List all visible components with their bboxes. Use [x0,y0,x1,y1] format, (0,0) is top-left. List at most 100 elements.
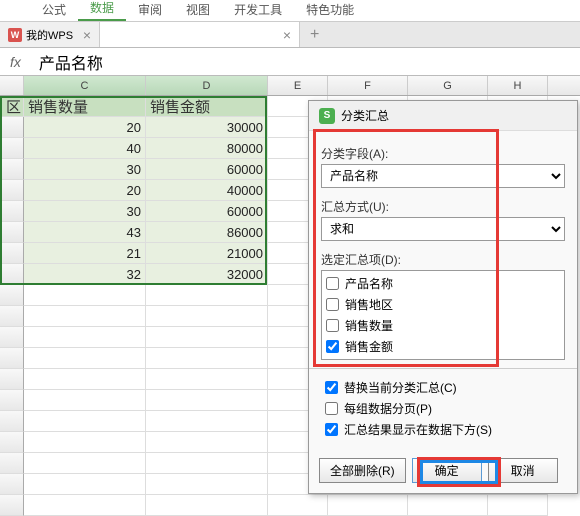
col-header-d[interactable]: D [146,76,268,95]
cell[interactable]: 30 [24,159,146,180]
delete-all-button[interactable]: 全部删除(R) [319,458,406,483]
ribbon-tab-view[interactable]: 视图 [174,0,222,21]
checklist-item[interactable]: 销售地区 [322,294,564,315]
cell[interactable]: 86000 [146,222,268,243]
wps-logo-icon: W [8,28,22,42]
cell[interactable] [146,432,268,453]
ribbon-tab-data[interactable]: 数据 [78,0,126,21]
close-icon[interactable]: × [283,27,291,43]
col-header-g[interactable]: G [408,76,488,95]
checkbox[interactable] [326,298,339,311]
group-field-label: 分类字段(A): [321,145,565,162]
selected-items-list: 产品名称销售地区销售数量销售金额 [321,270,565,360]
ribbon-tab-special[interactable]: 特色功能 [294,0,366,21]
cell[interactable]: 30000 [146,117,268,138]
option-label: 每组数据分页(P) [344,400,432,417]
cell[interactable]: 40000 [146,180,268,201]
cell[interactable] [24,285,146,306]
cell[interactable] [24,432,146,453]
checkbox[interactable] [325,381,338,394]
cell[interactable] [146,390,268,411]
cell[interactable] [24,348,146,369]
cell[interactable] [24,369,146,390]
cell[interactable]: 32000 [146,264,268,285]
cell[interactable] [146,306,268,327]
checklist-label: 销售金额 [345,338,393,355]
checkbox[interactable] [326,277,339,290]
header-cell[interactable]: 销售数量 [24,96,146,117]
cell[interactable] [146,327,268,348]
cell[interactable]: 20 [24,117,146,138]
ribbon-tab-dev[interactable]: 开发工具 [222,0,294,21]
cell[interactable]: 21 [24,243,146,264]
selected-items-label: 选定汇总项(D): [321,251,565,268]
ribbon-tab-formula[interactable]: 公式 [30,0,78,21]
option-item[interactable]: 汇总结果显示在数据下方(S) [321,419,565,440]
header-cell[interactable]: 销售金额 [146,96,268,117]
dialog-icon: S [319,108,335,124]
cell[interactable] [146,474,268,495]
doc-tab-label: 我的WPS [26,27,73,43]
cell[interactable]: 20 [24,180,146,201]
fx-icon[interactable]: fx [0,54,31,70]
close-icon[interactable]: × [83,27,91,43]
formula-input[interactable] [31,49,580,75]
cell[interactable]: 40 [24,138,146,159]
doc-tab-current[interactable]: × [100,22,300,47]
cell[interactable] [24,411,146,432]
ribbon-tab-review[interactable]: 审阅 [126,0,174,21]
checkbox[interactable] [326,319,339,332]
subtotal-dialog: S 分类汇总 分类字段(A): 产品名称 汇总方式(U): 求和 选定汇总项(D… [308,100,578,494]
formula-bar: fx [0,48,580,76]
cell[interactable] [146,411,268,432]
cell[interactable] [24,474,146,495]
corner-cell[interactable] [0,76,24,95]
option-label: 替换当前分类汇总(C) [344,379,457,396]
checklist-label: 产品名称 [345,275,393,292]
cell[interactable]: 43 [24,222,146,243]
col-header-e[interactable]: E [268,76,328,95]
ok-button[interactable]: 确定 [412,458,482,483]
checkbox[interactable] [326,340,339,353]
cell[interactable] [24,306,146,327]
cell[interactable] [146,453,268,474]
add-tab-button[interactable]: + [300,22,329,47]
column-headers: C D E F G H [0,76,580,96]
cell[interactable] [146,285,268,306]
summary-fn-combo[interactable]: 求和 [321,217,565,241]
cell[interactable] [24,327,146,348]
option-item[interactable]: 每组数据分页(P) [321,398,565,419]
cell[interactable]: 30 [24,201,146,222]
cell[interactable]: 32 [24,264,146,285]
cell[interactable]: 60000 [146,201,268,222]
doc-tabs: W 我的WPS × × + [0,22,580,48]
summary-fn-label: 汇总方式(U): [321,198,565,215]
checklist-item[interactable]: 产品名称 [322,273,564,294]
cell[interactable]: 21000 [146,243,268,264]
col-header-h[interactable]: H [488,76,548,95]
checkbox[interactable] [325,402,338,415]
dialog-titlebar: S 分类汇总 [309,101,577,131]
cell[interactable] [146,348,268,369]
checklist-label: 销售地区 [345,296,393,313]
cell[interactable] [146,369,268,390]
cell[interactable]: 60000 [146,159,268,180]
ribbon-tabs: 公式 数据 审阅 视图 开发工具 特色功能 [0,0,580,22]
doc-tab-mywps[interactable]: W 我的WPS × [0,22,100,47]
cell[interactable] [24,390,146,411]
dialog-buttons: 全部删除(R) 确定 取消 [309,450,577,493]
checklist-item[interactable]: 销售金额 [322,336,564,357]
col-header-f[interactable]: F [328,76,408,95]
checklist-label: 销售数量 [345,317,393,334]
cell[interactable]: 80000 [146,138,268,159]
cancel-button[interactable]: 取消 [488,458,558,483]
group-field-combo[interactable]: 产品名称 [321,164,565,188]
option-item[interactable]: 替换当前分类汇总(C) [321,377,565,398]
option-label: 汇总结果显示在数据下方(S) [344,421,492,438]
checkbox[interactable] [325,423,338,436]
col-header-c[interactable]: C [24,76,146,95]
header-cell[interactable]: 区 [0,96,24,117]
dialog-title: 分类汇总 [341,107,389,124]
checklist-item[interactable]: 销售数量 [322,315,564,336]
cell[interactable] [24,453,146,474]
